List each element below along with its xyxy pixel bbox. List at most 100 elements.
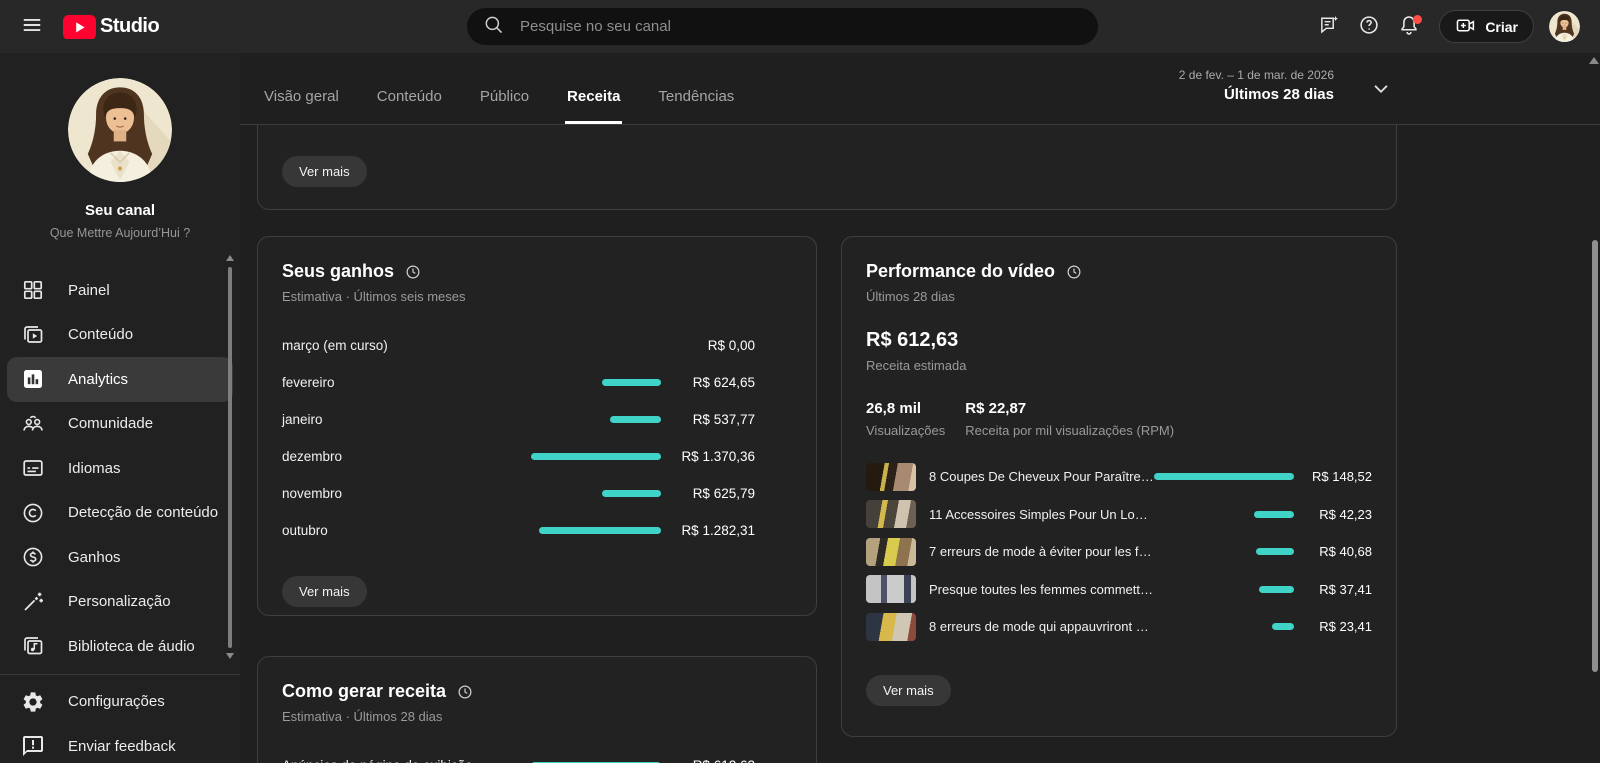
page-scrollbar[interactable] xyxy=(1592,240,1598,672)
video-thumbnail xyxy=(866,538,916,566)
metric-value: R$ 1.370,36 xyxy=(675,449,755,464)
sidebar-item-deteccao-de-conteudo[interactable]: Detecção de conteúdo xyxy=(7,491,233,536)
feedback-messages-button[interactable] xyxy=(1311,9,1347,45)
metric-value: R$ 624,65 xyxy=(675,375,755,390)
sidebar-item-ganhos[interactable]: Ganhos xyxy=(7,535,233,580)
sidebar-scrollbar[interactable] xyxy=(228,267,232,648)
see-more-button[interactable]: Ver mais xyxy=(282,156,367,187)
sidebar-scroll-up-arrow[interactable] xyxy=(226,255,234,261)
card-monetization: Como gerar receita Estimativa · Últimos … xyxy=(257,656,817,763)
create-button[interactable]: Criar xyxy=(1439,10,1534,43)
sidebar-item-label: Detecção de conteúdo xyxy=(68,504,218,521)
bar-track xyxy=(1154,548,1294,555)
video-title: Presque toutes les femmes commette... xyxy=(929,582,1154,597)
performance-stats: 26,8 mil Visualizações R$ 22,87 Receita … xyxy=(866,400,1372,438)
card-subtitle: Estimativa · Últimos 28 dias xyxy=(282,709,755,724)
youtube-play-icon xyxy=(63,15,96,39)
card-title: Como gerar receita xyxy=(282,681,446,702)
revenue-value: R$ 148,52 xyxy=(1308,469,1372,484)
sidebar-footer-menu: ConfiguraçõesEnviar feedback xyxy=(0,680,240,763)
metric-label: fevereiro xyxy=(282,375,531,390)
earnings-row: fevereiro R$ 624,65 xyxy=(282,364,755,401)
earnings-rows: março (em curso) R$ 0,00 fevereiro R$ 624,6… xyxy=(282,327,755,549)
video-row[interactable]: 8 erreurs de mode qui appauvriront vot..… xyxy=(866,608,1372,646)
search-bar[interactable] xyxy=(467,8,1098,45)
revenue-bar xyxy=(1272,623,1294,630)
video-row[interactable]: 8 Coupes De Cheveux Pour Paraître Plu...… xyxy=(866,458,1372,496)
account-avatar[interactable] xyxy=(1549,11,1580,42)
views-label: Visualizações xyxy=(866,423,945,438)
sidebar-item-label: Biblioteca de áudio xyxy=(68,638,195,655)
community-icon xyxy=(21,412,45,436)
channel-avatar[interactable] xyxy=(68,78,172,182)
analytics-content: Ver mais Seus ganhos Estimativa · Último… xyxy=(240,125,1600,763)
tab-tendencias[interactable]: Tendências xyxy=(656,88,736,124)
sidebar-item-idiomas[interactable]: Idiomas xyxy=(7,446,233,491)
sidebar-scroll-down-arrow[interactable] xyxy=(226,653,234,659)
video-thumbnail xyxy=(866,463,916,491)
card-subtitle: Estimativa · Últimos seis meses xyxy=(282,289,755,304)
metric-label: janeiro xyxy=(282,412,531,427)
card-earnings: Seus ganhos Estimativa · Últimos seis me… xyxy=(257,236,817,616)
page-scroll-up-arrow[interactable] xyxy=(1589,57,1599,64)
metric-bar xyxy=(610,416,661,423)
revenue-bar xyxy=(1259,586,1294,593)
sidebar-item-configuracoes[interactable]: Configurações xyxy=(7,680,233,725)
metric-label: dezembro xyxy=(282,449,531,464)
tab-conteudo[interactable]: Conteúdo xyxy=(375,88,444,124)
sidebar-item-label: Painel xyxy=(68,282,110,299)
bar-track xyxy=(1154,511,1294,518)
video-row[interactable]: Presque toutes les femmes commette...R$ … xyxy=(866,571,1372,609)
see-more-button[interactable]: Ver mais xyxy=(282,576,367,607)
tab-publico[interactable]: Público xyxy=(478,88,531,124)
notifications-button[interactable] xyxy=(1391,9,1427,45)
revenue-bar xyxy=(1254,511,1294,518)
views-value: 26,8 mil xyxy=(866,400,945,417)
tab-visao-geral[interactable]: Visão geral xyxy=(262,88,341,124)
youtube-studio-logo[interactable]: Studio xyxy=(63,15,159,39)
sidebar-item-biblioteca-de-audio[interactable]: Biblioteca de áudio xyxy=(7,624,233,669)
metric-value: R$ 0,00 xyxy=(675,338,755,353)
sidebar-item-label: Ganhos xyxy=(68,549,121,566)
chevron-down-icon xyxy=(1370,78,1392,100)
product-name: Studio xyxy=(100,15,159,38)
bar-track xyxy=(1154,473,1294,480)
content-icon xyxy=(21,323,45,347)
bar-track xyxy=(531,416,661,423)
video-title: 8 erreurs de mode qui appauvriront vot..… xyxy=(929,619,1154,634)
bar-track xyxy=(531,527,661,534)
clock-icon xyxy=(457,684,473,700)
sidebar-item-comunidade[interactable]: Comunidade xyxy=(7,402,233,447)
copyright-icon xyxy=(21,501,45,525)
menu-button[interactable] xyxy=(12,7,52,47)
earnings-row: março (em curso) R$ 0,00 xyxy=(282,327,755,364)
sidebar-item-personalizacao[interactable]: Personalização xyxy=(7,580,233,625)
date-range-selector[interactable]: 2 de fev. – 1 de mar. de 2026 Últimos 28… xyxy=(1179,68,1392,103)
metric-value: R$ 537,77 xyxy=(675,412,755,427)
sidebar-item-conteudo[interactable]: Conteúdo xyxy=(7,313,233,358)
clock-icon xyxy=(405,264,421,280)
bar-track xyxy=(531,490,661,497)
date-range-label: Últimos 28 dias xyxy=(1179,86,1334,103)
sidebar-item-painel[interactable]: Painel xyxy=(7,268,233,313)
sidebar-item-label: Conteúdo xyxy=(68,326,133,343)
see-more-button[interactable]: Ver mais xyxy=(866,675,951,706)
revenue-bar xyxy=(1256,548,1294,555)
create-video-icon xyxy=(1455,15,1476,39)
video-row[interactable]: 11 Accessoires Simples Pour Un Look ...R… xyxy=(866,496,1372,534)
sidebar-item-enviar-feedback[interactable]: Enviar feedback xyxy=(7,724,233,763)
estimated-revenue-value: R$ 612,63 xyxy=(866,329,1372,352)
metric-label: março (em curso) xyxy=(282,338,531,353)
sidebar-item-analytics[interactable]: Analytics xyxy=(7,357,233,402)
revenue-value: R$ 42,23 xyxy=(1308,507,1372,522)
search-input[interactable] xyxy=(520,18,1082,35)
tab-receita[interactable]: Receita xyxy=(565,88,622,124)
rpm-value: R$ 22,87 xyxy=(965,400,1174,417)
analytics-header: Visão geral Conteúdo Público Receita Tendênc… xyxy=(240,53,1600,125)
video-row[interactable]: 7 erreurs de mode à éviter pour les fem.… xyxy=(866,533,1372,571)
monetization-icon xyxy=(21,545,45,569)
feedback-icon xyxy=(21,734,45,758)
revenue-row: Anúncios de página de exibiçãoR$ 612,63 xyxy=(282,747,755,763)
help-button[interactable] xyxy=(1351,9,1387,45)
analytics-icon xyxy=(21,367,45,391)
